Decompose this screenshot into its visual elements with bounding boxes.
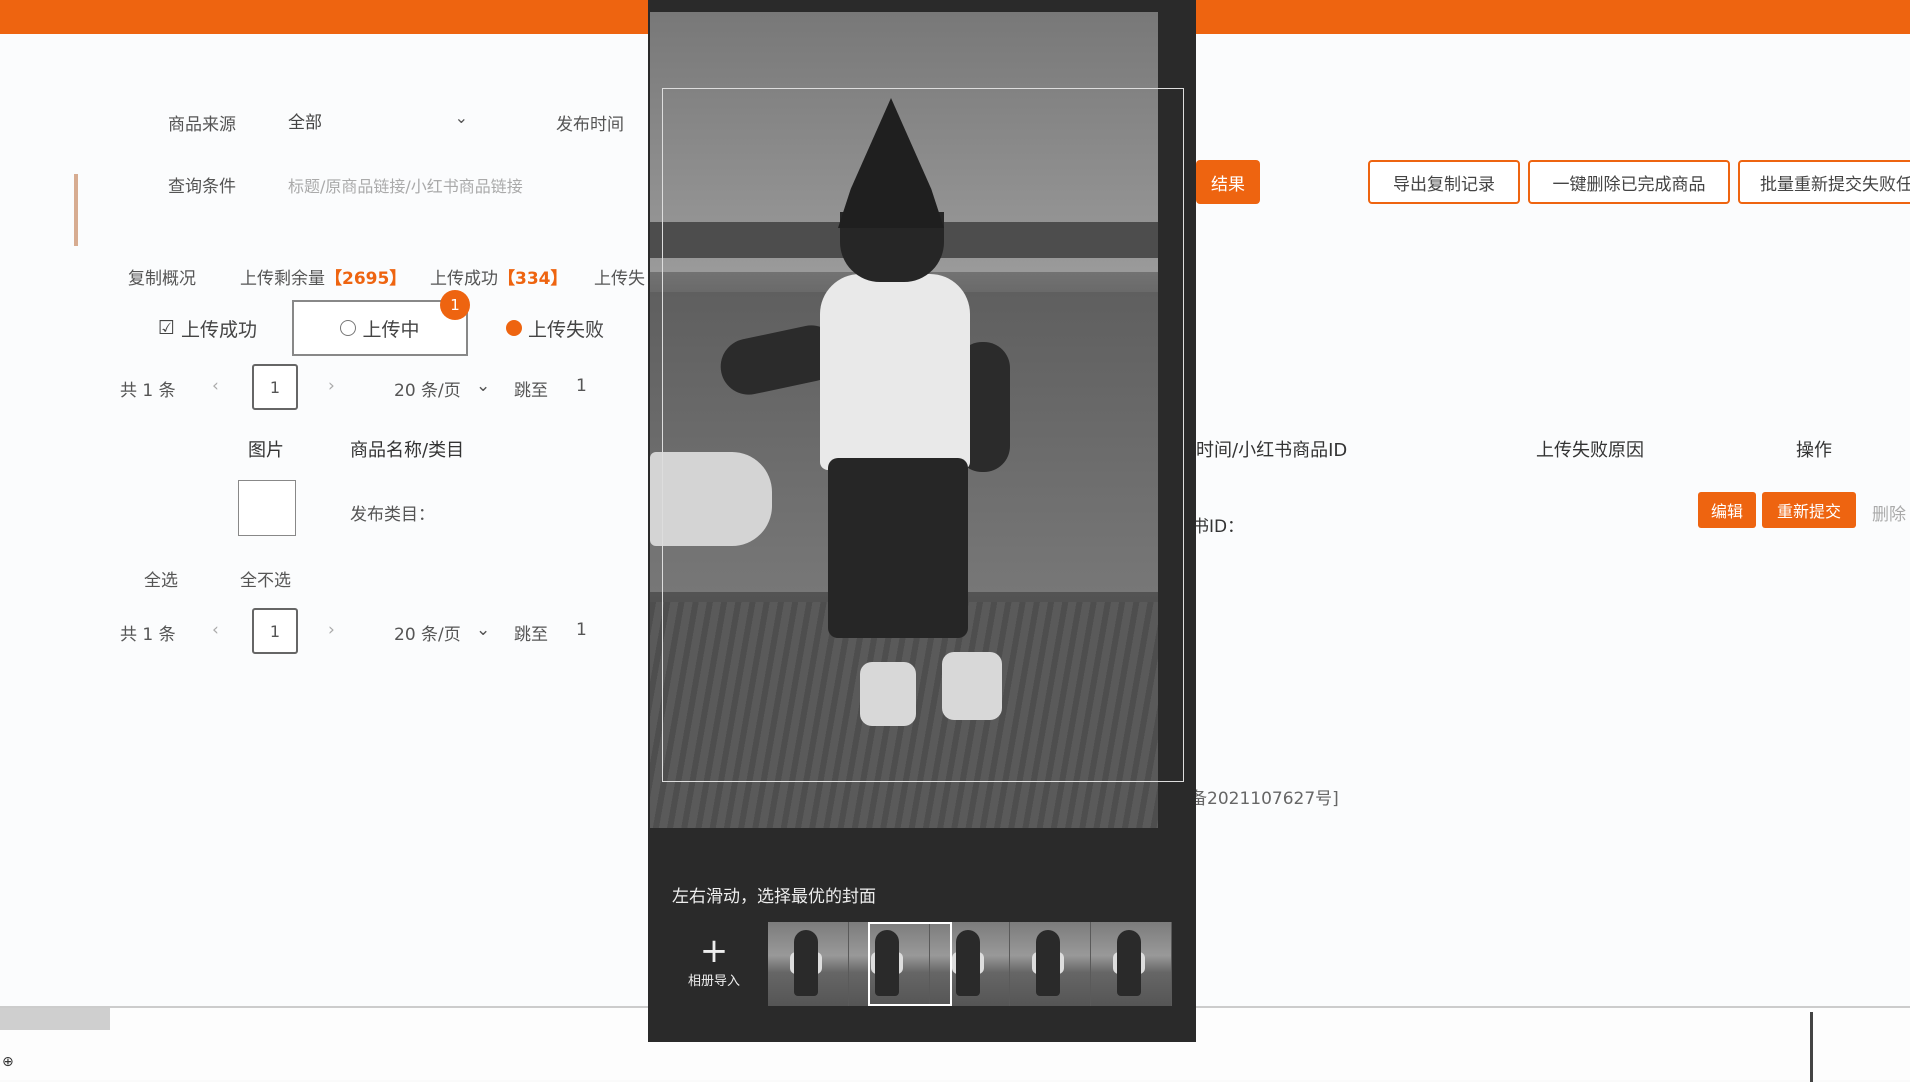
tab-upload-success[interactable]: ☑ 上传成功 xyxy=(158,300,257,356)
delete-link[interactable]: 删除 xyxy=(1872,500,1906,525)
remaining-value: 【2695】 xyxy=(325,269,407,289)
album-import-button[interactable]: + 相册导入 xyxy=(680,934,748,998)
delete-completed-button[interactable]: 一键删除已完成商品 xyxy=(1528,160,1730,204)
edit-button[interactable]: 编辑 xyxy=(1698,492,1756,528)
success-stat: 上传成功【334】 xyxy=(430,264,568,289)
chevron-down-icon: ⌄ xyxy=(454,108,468,127)
col-time-id: 时间/小红书商品ID xyxy=(1196,440,1348,461)
crop-frame[interactable] xyxy=(662,88,1184,782)
cover-hint: 左右滑动，选择最优的封面 xyxy=(672,887,876,907)
col-image: 图片 xyxy=(248,440,284,461)
col-operations: 操作 xyxy=(1796,440,1832,461)
frame-thumb[interactable] xyxy=(1010,922,1092,1006)
uploading-count-badge: 1 xyxy=(440,290,470,320)
divider xyxy=(1810,1012,1813,1082)
pager-total: 共 1 条 xyxy=(120,625,176,645)
jump-label: 跳至 xyxy=(514,625,548,645)
source-label: 商品来源 xyxy=(168,115,236,135)
tab-upload-failed[interactable]: 上传失败 xyxy=(506,300,604,356)
chevron-down-icon: ⌄ xyxy=(476,376,491,396)
frame-thumb[interactable] xyxy=(1091,922,1172,1006)
query-input[interactable]: 标题/原商品链接/小红书商品链接 xyxy=(288,173,523,197)
search-button-label: 结果 xyxy=(1211,174,1245,195)
query-label: 查询条件 xyxy=(168,177,236,197)
batch-resubmit-button[interactable]: 批量重新提交失败任 xyxy=(1738,160,1910,204)
radio-icon xyxy=(340,320,357,336)
frame-strip[interactable] xyxy=(768,922,1172,1006)
jump-input[interactable]: 1 xyxy=(576,376,587,396)
col-name: 商品名称/类目 xyxy=(350,440,465,461)
next-page-icon[interactable]: › xyxy=(328,376,335,396)
section-indicator xyxy=(74,174,78,246)
page-size-select[interactable]: 20 条/页 xyxy=(394,620,461,645)
success-value: 【334】 xyxy=(498,269,568,289)
summary-label: 复制概况 xyxy=(128,269,196,289)
source-select-value: 全部 xyxy=(288,113,322,133)
pager-total: 共 1 条 xyxy=(120,381,176,401)
fail-stat: 上传失 xyxy=(594,269,645,289)
chevron-down-icon: ⌄ xyxy=(476,620,491,640)
tab-upload-success-label: 上传成功 xyxy=(181,318,258,341)
pagination-bottom: 共 1 条 ‹ 1 › 20 条/页 ⌄ 跳至 1 xyxy=(120,608,640,654)
current-page[interactable]: 1 xyxy=(252,608,298,654)
target-icon: ⊕ xyxy=(2,1054,14,1070)
product-thumbnail xyxy=(238,480,296,536)
check-circle-icon: ☑ xyxy=(158,317,176,339)
prev-page-icon[interactable]: ‹ xyxy=(212,376,219,396)
source-select[interactable]: 全部 ⌄ xyxy=(288,108,468,134)
current-page[interactable]: 1 xyxy=(252,364,298,410)
icp-footer: 备2021107627号] xyxy=(1190,789,1339,809)
prev-page-icon[interactable]: ‹ xyxy=(212,620,219,640)
resubmit-button[interactable]: 重新提交 xyxy=(1762,492,1856,528)
col-fail-reason: 上传失败原因 xyxy=(1536,440,1644,461)
album-import-label: 相册导入 xyxy=(687,974,740,989)
search-button[interactable]: 结果 xyxy=(1196,160,1260,204)
tab-upload-failed-label: 上传失败 xyxy=(528,318,605,341)
select-none[interactable]: 全不选 xyxy=(240,566,291,591)
selected-frame-indicator[interactable] xyxy=(868,922,952,1006)
frame-thumb[interactable] xyxy=(768,922,849,1006)
publish-time-label: 发布时间 xyxy=(556,115,624,135)
pagination-top: 共 1 条 ‹ 1 › 20 条/页 ⌄ 跳至 1 xyxy=(120,364,640,410)
page-size-select[interactable]: 20 条/页 xyxy=(394,376,461,401)
next-page-icon[interactable]: › xyxy=(328,620,335,640)
success-label: 上传成功 xyxy=(430,269,498,289)
scrollbar-thumb[interactable] xyxy=(0,1008,110,1030)
row-category: 发布类目： xyxy=(350,505,435,525)
row-xhs-id: 书ID： xyxy=(1192,517,1245,537)
select-all[interactable]: 全选 xyxy=(144,566,178,591)
jump-input[interactable]: 1 xyxy=(576,620,587,640)
remaining-stat: 上传剩余量【2695】 xyxy=(240,264,406,289)
plus-icon: + xyxy=(699,931,729,971)
tab-uploading-label: 上传中 xyxy=(362,318,420,341)
remaining-label: 上传剩余量 xyxy=(240,269,325,289)
cover-selector-modal: 左右滑动，选择最优的封面 + 相册导入 xyxy=(648,0,1196,1042)
radio-filled-icon xyxy=(506,320,522,336)
jump-label: 跳至 xyxy=(514,381,548,401)
export-records-button[interactable]: 导出复制记录 xyxy=(1368,160,1520,204)
